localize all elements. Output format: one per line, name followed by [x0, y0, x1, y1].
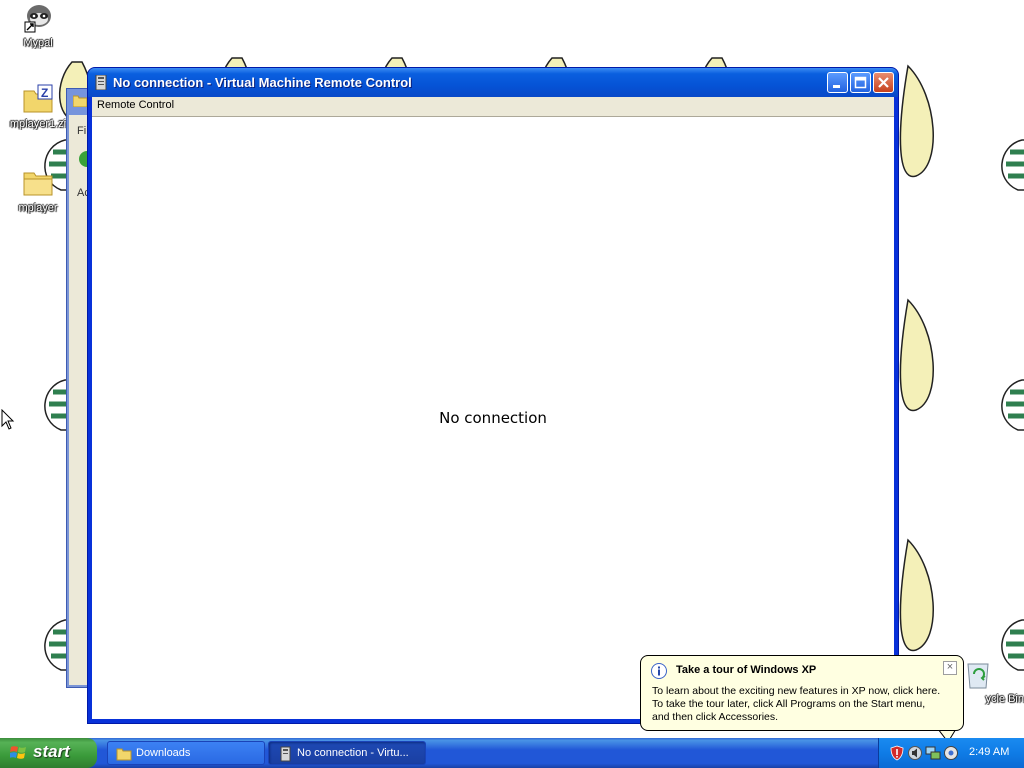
- volume-icon[interactable]: [907, 745, 923, 761]
- windows-logo-icon: [10, 746, 26, 759]
- balloon-text-line: To take the tour later, click All Progra…: [652, 698, 926, 710]
- desktop-icon-mypal[interactable]: Mypal: [0, 2, 76, 49]
- desktop-icon-mplayer-zip[interactable]: Z mplayer1.zi: [0, 83, 76, 130]
- desktop-icon-label: mplayer: [18, 202, 58, 214]
- recycle-bin-icon: [962, 658, 994, 690]
- desktop-icon-mplayer[interactable]: mplayer: [0, 167, 76, 214]
- start-label: start: [33, 742, 70, 761]
- balloon-text-line[interactable]: To learn about the exciting new features…: [652, 685, 940, 697]
- taskbar: start Downloads No connection - Virtu...: [0, 738, 1024, 768]
- vm-remote-control-window[interactable]: No connection - Virtual Machine Remote C…: [88, 68, 898, 723]
- taskbar-item-downloads[interactable]: Downloads: [107, 741, 265, 765]
- maximize-icon: [854, 76, 867, 89]
- network-icon[interactable]: [925, 745, 941, 761]
- close-button[interactable]: [873, 72, 894, 93]
- close-icon: [878, 77, 889, 88]
- start-button[interactable]: start: [0, 738, 97, 768]
- balloon-text-line: and then click Accessories.: [652, 711, 779, 723]
- tour-notification-balloon[interactable]: Take a tour of Windows XP × To learn abo…: [640, 655, 964, 731]
- vm-icon: [280, 746, 291, 762]
- info-icon: [651, 663, 667, 679]
- taskbar-item-label: No connection - Virtu...: [297, 747, 409, 759]
- connection-status-message: No connection: [439, 409, 547, 427]
- balloon-title: Take a tour of Windows XP: [676, 664, 817, 676]
- close-icon: ×: [946, 661, 954, 673]
- tour-icon[interactable]: [943, 745, 959, 761]
- menu-bar: Remote Control: [92, 97, 894, 117]
- taskbar-item-label: Downloads: [136, 747, 191, 759]
- zip-folder-icon: Z: [22, 83, 54, 115]
- clock[interactable]: 2:49 AM: [969, 746, 1009, 758]
- mouse-cursor-icon: [1, 409, 15, 430]
- vm-icon: [95, 75, 107, 90]
- remote-display-area[interactable]: No connection: [92, 117, 894, 719]
- menu-remote-control[interactable]: Remote Control: [97, 99, 174, 111]
- desktop-icon-label: Mypal: [23, 37, 53, 49]
- minimize-button[interactable]: [827, 72, 848, 93]
- balloon-close-button[interactable]: ×: [943, 661, 957, 675]
- system-tray: 2:49 AM: [878, 738, 1024, 768]
- shield-alert-icon[interactable]: [889, 745, 905, 761]
- svg-text:Z: Z: [41, 86, 48, 100]
- window-title: No connection - Virtual Machine Remote C…: [113, 75, 412, 90]
- maximize-button[interactable]: [850, 72, 871, 93]
- taskbar-item-vm-remote-control[interactable]: No connection - Virtu...: [268, 741, 426, 765]
- folder-icon: [22, 167, 54, 199]
- desktop-icon-label: mplayer1.zi: [9, 118, 67, 130]
- folder-icon: [116, 748, 132, 761]
- minimize-icon: [833, 85, 840, 88]
- folder-icon: [73, 95, 87, 107]
- raccoon-browser-icon: [22, 2, 54, 34]
- menu-fragment[interactable]: Fi: [77, 125, 86, 137]
- window-titlebar[interactable]: No connection - Virtual Machine Remote C…: [88, 68, 898, 97]
